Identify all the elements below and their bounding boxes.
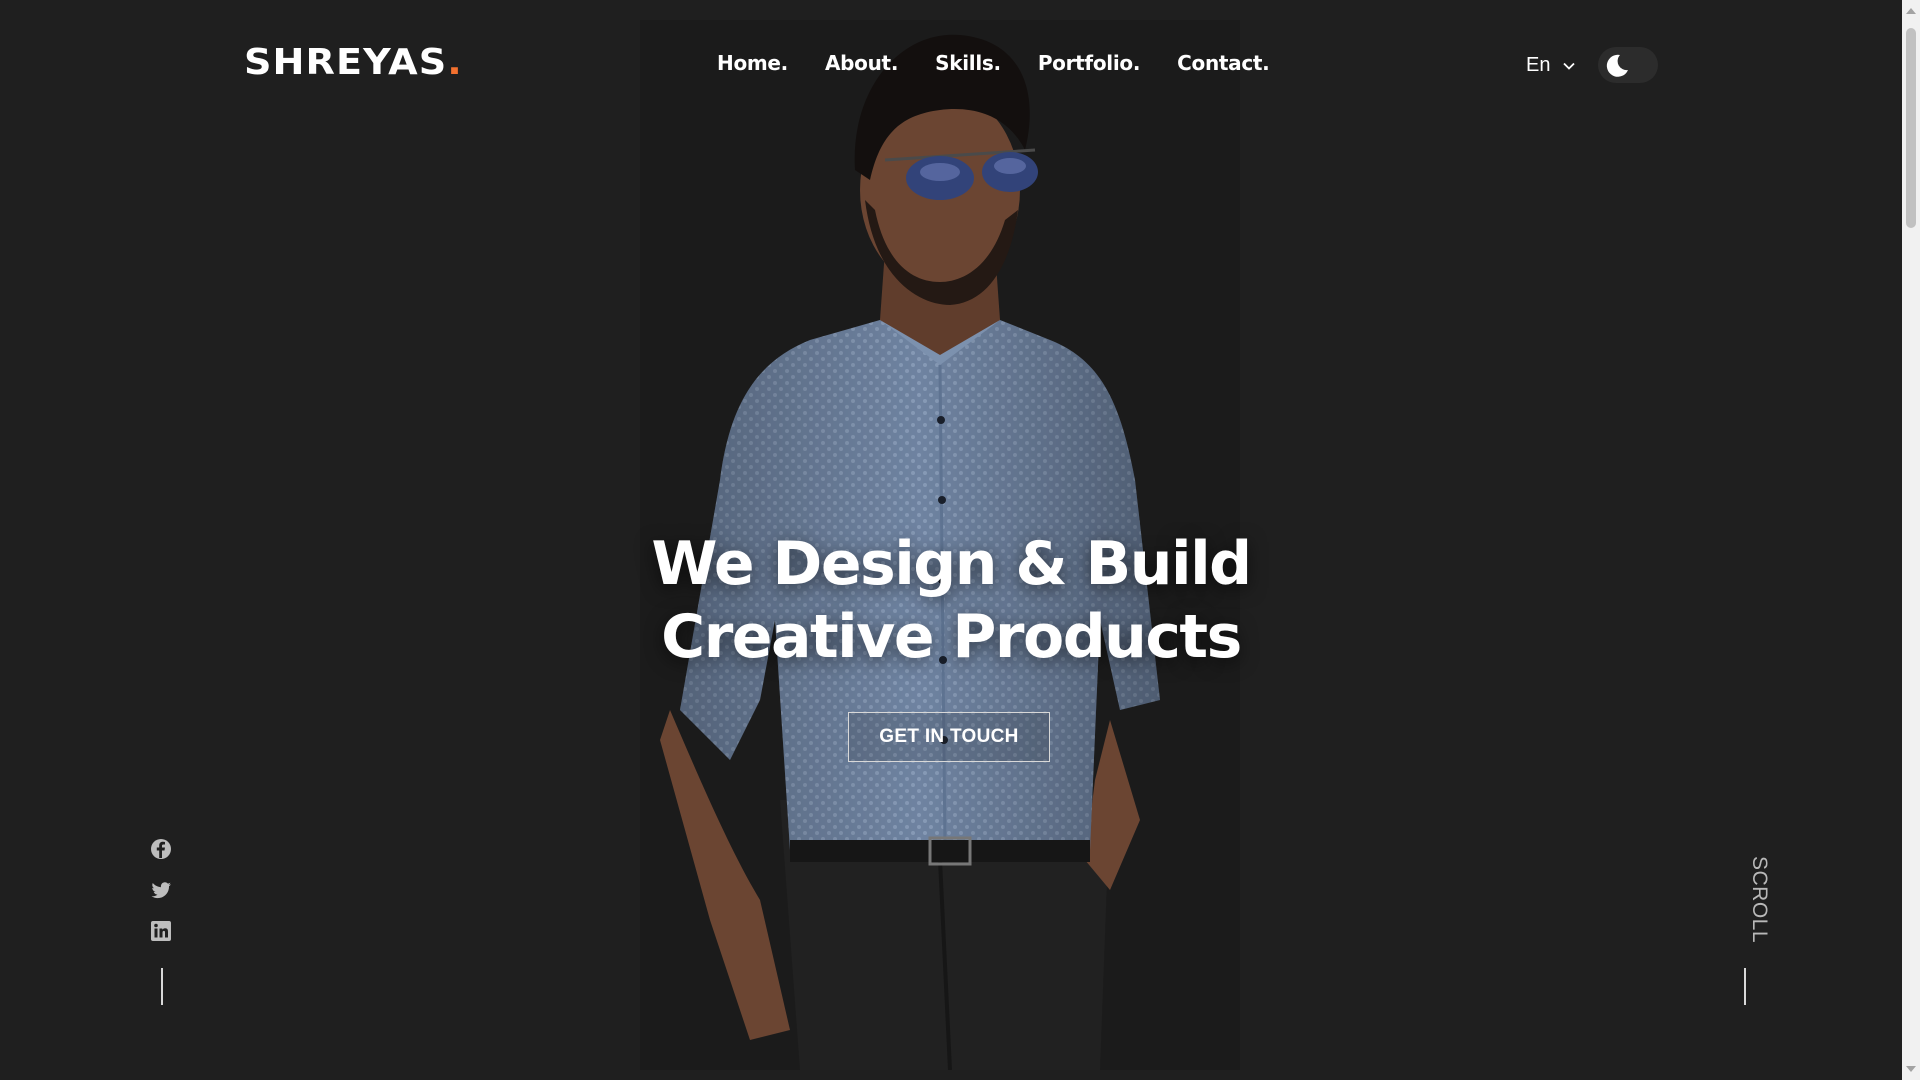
nav-about[interactable]: About. bbox=[825, 51, 898, 75]
language-label: En bbox=[1526, 54, 1551, 76]
social-links bbox=[150, 838, 174, 961]
theme-toggle[interactable] bbox=[1598, 47, 1658, 83]
page: SHREYAS. Home. About. Skills. Portfolio.… bbox=[0, 0, 1902, 1080]
nav-portfolio[interactable]: Portfolio. bbox=[1038, 51, 1141, 75]
scroll-indicator-label[interactable]: SCROLL bbox=[1745, 856, 1771, 946]
twitter-icon[interactable] bbox=[150, 879, 172, 901]
scroll-down-arrow-icon[interactable] bbox=[1906, 1066, 1916, 1072]
nav-contact[interactable]: Contact. bbox=[1177, 51, 1270, 75]
main-nav: Home. About. Skills. Portfolio. Contact. bbox=[717, 51, 1270, 75]
logo-dot: . bbox=[447, 42, 463, 83]
language-select[interactable]: En bbox=[1526, 54, 1576, 77]
hero-title-line-2: Creative Products bbox=[661, 602, 1242, 672]
scrollbar-thumb[interactable] bbox=[1906, 28, 1916, 228]
hero-title-line-1: We Design & Build bbox=[651, 529, 1252, 599]
scroll-up-arrow-icon[interactable] bbox=[1906, 8, 1916, 14]
get-in-touch-button[interactable]: GET IN TOUCH bbox=[848, 712, 1050, 762]
nav-home[interactable]: Home. bbox=[717, 51, 788, 75]
facebook-icon[interactable] bbox=[150, 838, 172, 860]
nav-skills[interactable]: Skills. bbox=[935, 51, 1001, 75]
linkedin-icon[interactable] bbox=[150, 920, 172, 942]
logo-text: SHREYAS bbox=[244, 42, 448, 83]
scroll-indicator-line bbox=[1744, 968, 1746, 1005]
logo[interactable]: SHREYAS. bbox=[244, 42, 463, 83]
chevron-down-icon bbox=[1563, 62, 1576, 70]
social-divider-line bbox=[161, 968, 163, 1005]
hero-title: We Design & Build Creative Products bbox=[0, 528, 1902, 674]
page-scrollbar[interactable] bbox=[1902, 0, 1920, 1080]
moon-icon bbox=[1606, 54, 1628, 77]
